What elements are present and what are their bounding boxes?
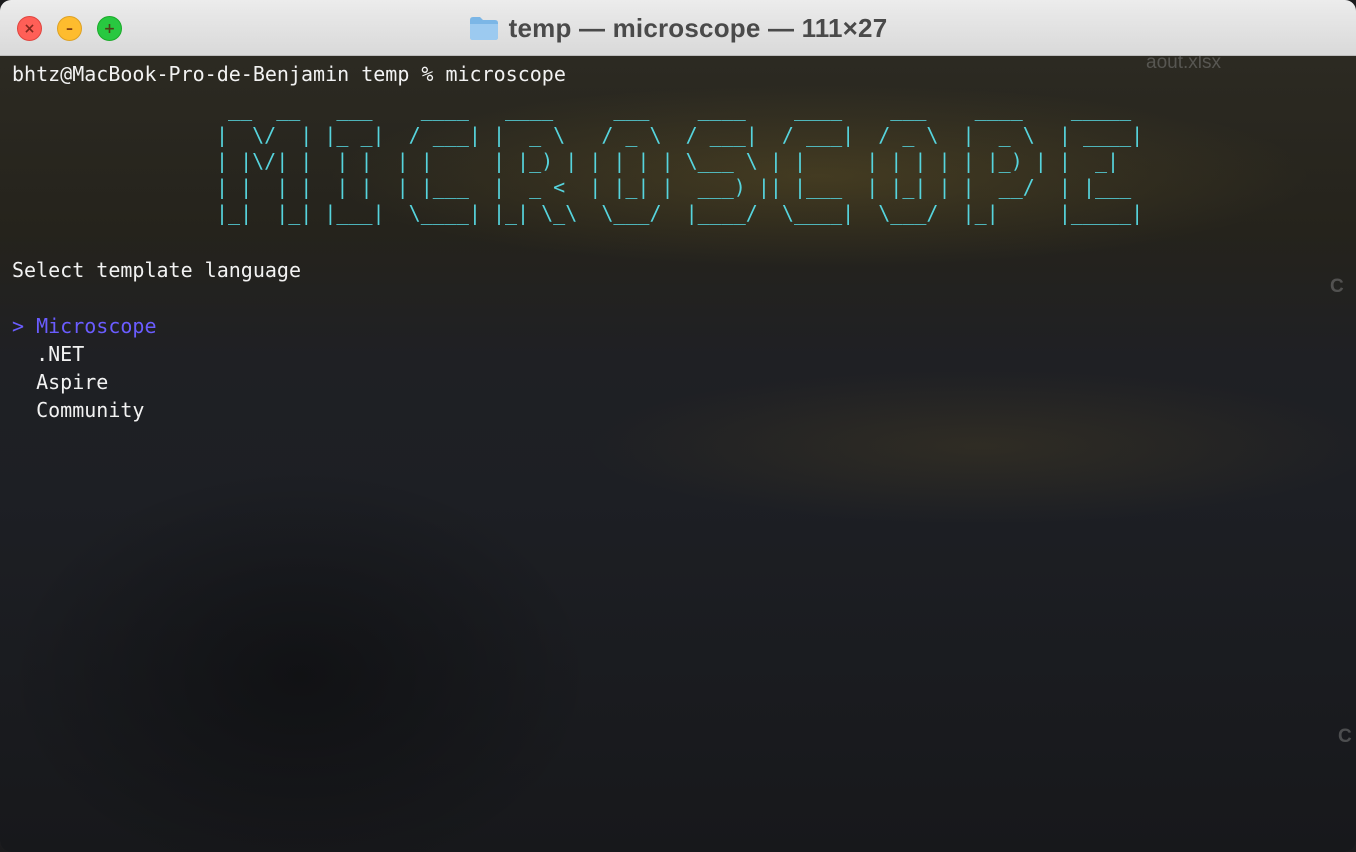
banner-line: | |\/| | | | | | | |_) | | | | | \___ \ … bbox=[216, 149, 1120, 173]
option-dotnet[interactable]: .NET bbox=[12, 340, 84, 368]
desktop-edge-label-2: C bbox=[1338, 726, 1352, 747]
option-label: Community bbox=[36, 398, 145, 422]
terminal-content[interactable]: aout.xlsx C C bhtz@MacBook-Pro-de-Benjam… bbox=[0, 56, 1356, 852]
option-community[interactable]: Community bbox=[12, 396, 144, 424]
banner-line: __ __ ___ ____ ____ ___ ____ ____ ___ __… bbox=[216, 97, 1132, 121]
selection-marker: > bbox=[12, 314, 25, 338]
prompt-line: bhtz@MacBook-Pro-de-Benjamin temp % micr… bbox=[12, 62, 566, 86]
desktop-edge-label: C bbox=[1330, 276, 1344, 297]
folder-icon bbox=[469, 15, 499, 41]
desktop-file-label: aout.xlsx bbox=[1146, 56, 1221, 73]
option-label: Aspire bbox=[36, 370, 109, 394]
ascii-banner: __ __ ___ ____ ____ ___ ____ ____ ___ __… bbox=[216, 96, 1143, 226]
option-label: Microscope bbox=[36, 314, 157, 338]
option-aspire[interactable]: Aspire bbox=[12, 368, 108, 396]
banner-line: | | | | | | | |___ | _ < | |_| | ___) ||… bbox=[216, 175, 1132, 199]
banner-line: | \/ | |_ _| / ___| | _ \ / _ \ / ___| /… bbox=[216, 123, 1144, 147]
prompt-question: Select template language bbox=[12, 258, 301, 282]
title-area: temp — microscope — 111×27 bbox=[0, 0, 1356, 56]
window-title: temp — microscope — 111×27 bbox=[508, 12, 888, 43]
option-microscope[interactable]: > Microscope bbox=[12, 312, 157, 340]
title-bar[interactable]: × – + temp — microscope — 111×27 bbox=[0, 0, 1356, 56]
terminal-window: × – + temp — microscope — 111×27 aout.xl… bbox=[0, 0, 1356, 852]
banner-line: |_| |_| |___| \____| |_| \_\ \___/ |____… bbox=[216, 201, 1144, 225]
option-label: .NET bbox=[36, 342, 85, 366]
